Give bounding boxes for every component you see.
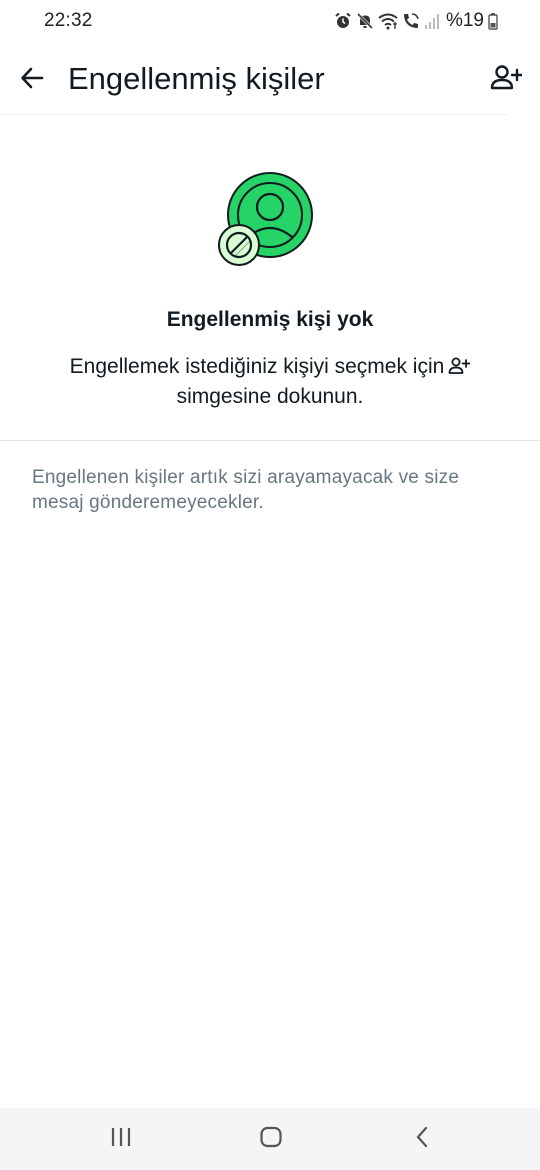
- app-bar: Engellenmiş kişiler: [0, 44, 540, 114]
- person-add-icon: [448, 355, 471, 383]
- blocked-contact-icon: [212, 165, 322, 275]
- app-bar-divider: [0, 114, 508, 115]
- wifi-call-icon: [402, 12, 420, 30]
- section-divider: [0, 440, 540, 441]
- back-nav-button[interactable]: [401, 1122, 445, 1156]
- status-time: 22:32: [44, 10, 93, 31]
- back-button[interactable]: [12, 60, 52, 100]
- status-icons: %19: [334, 8, 498, 34]
- status-bar: 22:32 %19: [0, 0, 540, 44]
- page-title: Engellenmiş kişiler: [68, 61, 325, 96]
- arrow-left-icon: [19, 65, 45, 96]
- empty-state-description-end: simgesine dokunun.: [176, 385, 364, 408]
- system-nav-bar: [0, 1108, 540, 1170]
- battery-icon: [488, 12, 498, 30]
- empty-state-title: Engellenmiş kişi yok: [166, 308, 374, 331]
- person-add-icon: [490, 64, 524, 97]
- mute-icon: [356, 12, 374, 30]
- info-text: Engellenen kişiler artık sizi arayamayac…: [32, 467, 460, 513]
- battery-percent: %19: [445, 10, 484, 31]
- back-nav-icon: [411, 1126, 435, 1153]
- empty-state-description: Engellemek istediğiniz kişiyi seçmek içi…: [30, 353, 510, 411]
- wifi-icon: [378, 12, 398, 30]
- recents-button[interactable]: [99, 1122, 143, 1156]
- alarm-icon: [334, 12, 352, 30]
- recents-icon: [109, 1126, 133, 1153]
- empty-state-description-text: Engellemek istediğiniz kişiyi seçmek içi…: [69, 355, 445, 378]
- add-blocked-contact-button[interactable]: [486, 60, 526, 100]
- home-button[interactable]: [249, 1122, 293, 1156]
- home-icon: [259, 1126, 283, 1153]
- signal-icon: [424, 12, 440, 30]
